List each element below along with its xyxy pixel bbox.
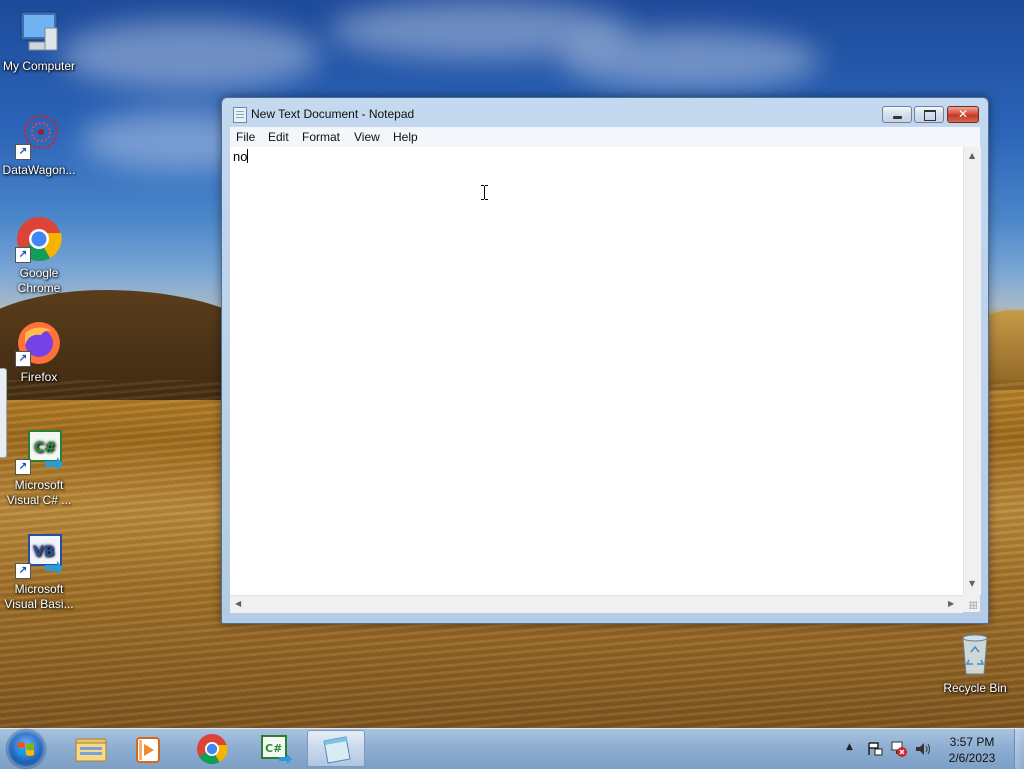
- desktop-icon-recycle-bin[interactable]: Recycle Bin: [936, 630, 1014, 696]
- menu-view[interactable]: View: [354, 129, 380, 145]
- taskbar-google-chrome[interactable]: [183, 730, 241, 767]
- shortcut-arrow-icon: ↗: [15, 459, 31, 475]
- taskbar-windows-explorer[interactable]: [61, 730, 119, 767]
- folder-icon: [75, 738, 107, 762]
- shortcut-arrow-icon: ↗: [15, 144, 31, 160]
- desktop-icon-label: DataWagon...: [2, 163, 76, 177]
- taskbar: C# ▲ 3:57 PM 2/6/2023: [0, 728, 1024, 769]
- start-button[interactable]: [7, 730, 45, 768]
- taskbar-visual-csharp[interactable]: C#: [245, 730, 303, 767]
- taskbar-notepad[interactable]: [307, 730, 365, 767]
- visual-basic-icon: VB ↗: [15, 531, 63, 579]
- desktop-icon-datawagon[interactable]: ↗ DataWagon...: [0, 112, 78, 178]
- desktop-icon-label: Firefox: [20, 370, 58, 384]
- desktop-icon-label: Visual C# ...: [6, 493, 72, 507]
- desktop-icon-label: My Computer: [2, 59, 76, 73]
- title-bar[interactable]: New Text Document - Notepad ✕: [222, 98, 988, 128]
- firefox-icon: ↗: [15, 319, 63, 367]
- datawagon-icon: ↗: [15, 112, 63, 160]
- scroll-right-arrow-icon[interactable]: ▶: [948, 599, 954, 608]
- wallpaper-cloud: [60, 20, 320, 90]
- editor-content: no: [233, 149, 248, 164]
- recycle-bin-icon: [951, 630, 999, 678]
- shortcut-arrow-icon: ↗: [15, 563, 31, 579]
- resize-grip-icon: [969, 601, 977, 609]
- desktop-icon-visual-csharp[interactable]: C# ↗ Microsoft Visual C# ...: [0, 427, 78, 508]
- text-editor-area[interactable]: no: [230, 147, 963, 595]
- desktop-icon-label: Microsoft: [14, 478, 64, 492]
- scroll-down-arrow-icon[interactable]: ▼: [969, 579, 975, 588]
- desktop-icon-label: Google: [19, 266, 59, 280]
- vb-glyph: VB: [33, 544, 55, 560]
- minimize-icon: [893, 116, 902, 119]
- desktop-icon-google-chrome[interactable]: ↗ Google Chrome: [0, 215, 78, 296]
- notepad-icon: [233, 107, 247, 123]
- network-error-icon[interactable]: [890, 740, 908, 758]
- action-center-icon[interactable]: [866, 740, 884, 758]
- windows-logo-icon: [18, 742, 34, 756]
- shortcut-arrow-icon: ↗: [15, 247, 31, 263]
- desktop-icon-visual-basic[interactable]: VB ↗ Microsoft Visual Basi...: [0, 531, 78, 612]
- csharp-glyph: C#: [265, 742, 282, 755]
- close-button[interactable]: ✕: [947, 106, 979, 123]
- clock-date: 2/6/2023: [948, 751, 996, 765]
- ibeam-cursor-icon: [481, 185, 488, 200]
- text-caret: [247, 149, 249, 163]
- window-title: New Text Document - Notepad: [251, 107, 415, 121]
- csharp-glyph: C#: [34, 440, 56, 456]
- maximize-button[interactable]: [914, 106, 944, 123]
- desktop-icon-label: Visual Basi...: [4, 597, 74, 611]
- show-hidden-icons-chevron-icon[interactable]: ▲: [846, 742, 853, 752]
- desktop-icon-label: Chrome: [17, 281, 61, 295]
- scroll-up-arrow-icon[interactable]: ▲: [969, 151, 975, 160]
- computer-icon: [15, 8, 63, 56]
- visual-csharp-icon: C# ↗: [15, 427, 63, 475]
- minimize-button[interactable]: [882, 106, 912, 123]
- notepad-icon: [323, 736, 351, 764]
- desktop-icon-label: Microsoft: [14, 582, 64, 596]
- taskbar-clock[interactable]: 3:57 PM 2/6/2023: [930, 734, 1014, 766]
- clock-time: 3:57 PM: [949, 735, 995, 749]
- menu-bar: File Edit Format View Help: [230, 127, 980, 148]
- menu-file[interactable]: File: [236, 129, 255, 145]
- scroll-left-arrow-icon[interactable]: ◀: [235, 599, 241, 608]
- media-player-icon: [136, 737, 160, 763]
- chrome-icon: ↗: [15, 215, 63, 263]
- chrome-icon: [197, 734, 228, 765]
- desktop-icon-firefox[interactable]: ↗ Firefox: [0, 319, 78, 385]
- show-desktop-button[interactable]: [1014, 729, 1024, 769]
- editor-content-line: no: [233, 149, 249, 164]
- shortcut-arrow-icon: ↗: [15, 351, 31, 367]
- resize-grip[interactable]: [963, 595, 980, 612]
- menu-format[interactable]: Format: [302, 129, 340, 145]
- desktop-icon-my-computer[interactable]: My Computer: [0, 8, 78, 74]
- vertical-scrollbar[interactable]: ▲ ▼: [963, 147, 981, 595]
- maximize-icon: [924, 110, 936, 121]
- notepad-window[interactable]: New Text Document - Notepad ✕ File Edit …: [221, 97, 989, 624]
- close-icon: ✕: [957, 107, 969, 121]
- taskbar-media-player[interactable]: [121, 730, 179, 767]
- desktop-icon-label: Recycle Bin: [943, 681, 1007, 695]
- menu-help[interactable]: Help: [393, 129, 418, 145]
- visual-csharp-icon: C#: [261, 735, 292, 764]
- wallpaper-cloud: [560, 30, 820, 90]
- horizontal-scrollbar[interactable]: ◀ ▶: [230, 595, 963, 613]
- menu-edit[interactable]: Edit: [268, 129, 289, 145]
